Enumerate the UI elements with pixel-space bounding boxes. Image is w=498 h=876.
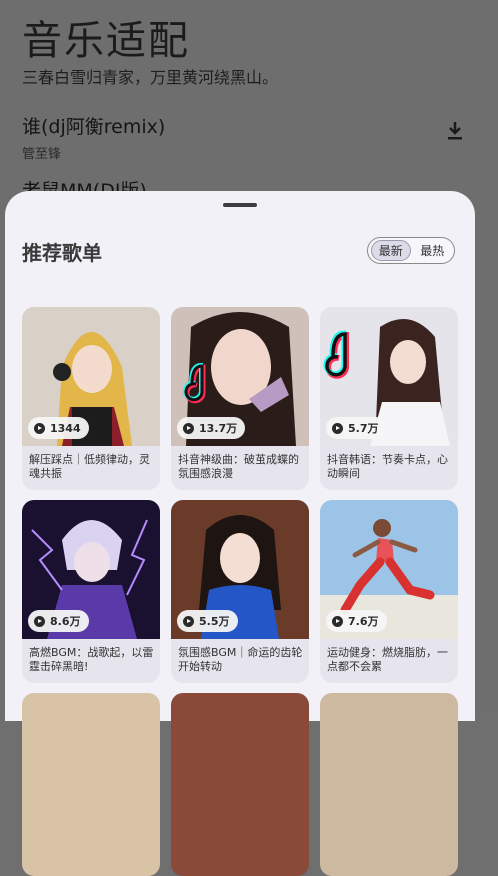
playlist-title: 抖音韩语：节奏卡点，心动瞬间 [327,453,448,480]
play-count-icon [183,615,194,627]
play-count: 8.6万 [50,615,81,628]
playlist-title: 抖音神级曲：破茧成蝶的氛围感浪漫 [178,453,299,480]
play-count-badge: 7.6万 [326,610,387,632]
section-heading: 推荐歌单 [22,241,102,265]
playlist-card[interactable] [22,693,160,876]
drag-handle[interactable] [223,203,257,207]
playlist-card[interactable]: 7.6万 运动健身：燃烧脂肪，一点都不会累 [320,500,458,683]
play-count-badge: 5.7万 [326,417,387,439]
play-count-badge: 1344 [28,417,89,439]
play-count: 1344 [50,421,81,435]
play-count: 5.7万 [348,422,379,435]
play-count-badge: 8.6万 [28,610,89,632]
playlist-card[interactable]: 5.7万 抖音韩语：节奏卡点，心动瞬间 [320,307,458,490]
playlist-card[interactable] [171,693,309,876]
song-item[interactable]: 谁(dj阿衡remix) 管至锋 [22,112,165,162]
playlist-title: 高燃BGM：战歌起，以雷霆击碎黑暗! [29,646,154,673]
download-icon[interactable] [446,120,464,142]
playlist-bottom-sheet: 推荐歌单 最新 最热 1344 解压踩点｜低频律动，灵魂共振 13.7万 抖音神… [5,191,475,876]
playlist-card[interactable]: 13.7万 抖音神级曲：破茧成蝶的氛围感浪漫 [171,307,309,490]
play-count: 7.6万 [348,615,379,628]
sort-hottest-button[interactable]: 最热 [414,240,452,261]
play-count-badge: 5.5万 [177,610,238,632]
song-artist: 管至锋 [22,147,62,162]
play-count-icon [34,422,45,434]
sort-newest-button[interactable]: 最新 [371,240,411,261]
play-count-icon [183,422,194,434]
song-title: 谁(dj阿衡remix) [22,116,166,138]
page-title: 音乐适配 [22,18,190,64]
playlist-card[interactable] [320,693,458,876]
playlist-card[interactable]: 1344 解压踩点｜低频律动，灵魂共振 [22,307,160,490]
sort-toggle: 最新 最热 [367,237,455,264]
play-count: 5.5万 [199,615,230,628]
playlist-card[interactable]: 5.5万 氛围感BGM｜命运的齿轮开始转动 [171,500,309,683]
playlist-title: 解压踩点｜低频律动，灵魂共振 [29,453,150,480]
playlist-title: 氛围感BGM｜命运的齿轮开始转动 [178,646,303,673]
play-count-icon [34,615,45,627]
playlist-title: 运动健身：燃烧脂肪，一点都不会累 [327,646,448,673]
play-count-badge: 13.7万 [177,417,246,439]
play-count-icon [332,615,343,627]
play-count: 13.7万 [199,422,238,435]
playlist-card[interactable]: 8.6万 高燃BGM：战歌起，以雷霆击碎黑暗! [22,500,160,683]
page-subtitle: 三春白雪归青家，万里黄河绕黑山。 [22,68,279,87]
play-count-icon [332,422,343,434]
